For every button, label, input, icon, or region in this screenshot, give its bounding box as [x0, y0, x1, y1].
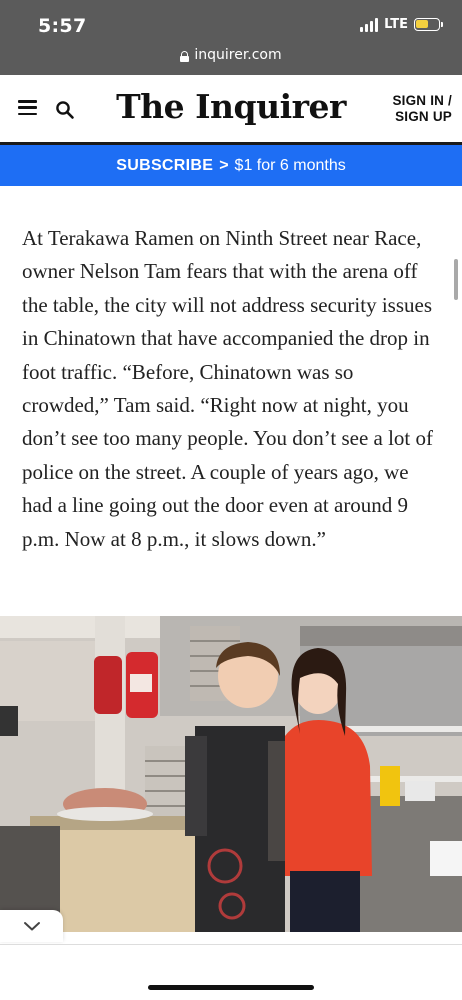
status-bar: 5:57 LTE inquirer.com	[0, 0, 462, 75]
status-indicators: LTE	[360, 17, 443, 32]
subscribe-banner[interactable]: SUBSCRIBE > $1 for 6 months	[0, 145, 462, 186]
home-indicator[interactable]	[148, 985, 314, 990]
browser-bottom-bar	[0, 944, 462, 1000]
network-type: LTE	[384, 17, 408, 32]
chevron-down-icon	[23, 922, 40, 931]
subscribe-label: SUBSCRIBE	[116, 156, 214, 174]
signin-signup-link[interactable]: SIGN IN / SIGN UP	[392, 93, 452, 125]
address-bar[interactable]: inquirer.com	[0, 47, 462, 63]
lock-icon	[180, 50, 190, 62]
search-icon[interactable]	[55, 100, 75, 120]
scrollbar[interactable]	[454, 259, 458, 300]
article-paragraph: At Terakawa Ramen on Ninth Street near R…	[22, 226, 434, 551]
collapse-toggle[interactable]	[0, 910, 63, 942]
chevron-right-icon: >	[219, 156, 229, 174]
hamburger-menu-icon[interactable]	[18, 100, 37, 115]
signal-strength-icon	[360, 17, 379, 32]
status-time: 5:57	[38, 15, 87, 37]
battery-icon	[414, 18, 443, 31]
site-header: The Inquirer SIGN IN / SIGN UP	[0, 75, 462, 145]
signup-label: SIGN UP	[395, 109, 452, 124]
photo-caption	[60, 934, 460, 944]
subscribe-offer: $1 for 6 months	[234, 156, 346, 174]
url-text: inquirer.com	[194, 47, 282, 63]
article-photo	[0, 616, 462, 932]
battery-level	[416, 20, 428, 28]
signin-label: SIGN IN /	[392, 93, 452, 108]
